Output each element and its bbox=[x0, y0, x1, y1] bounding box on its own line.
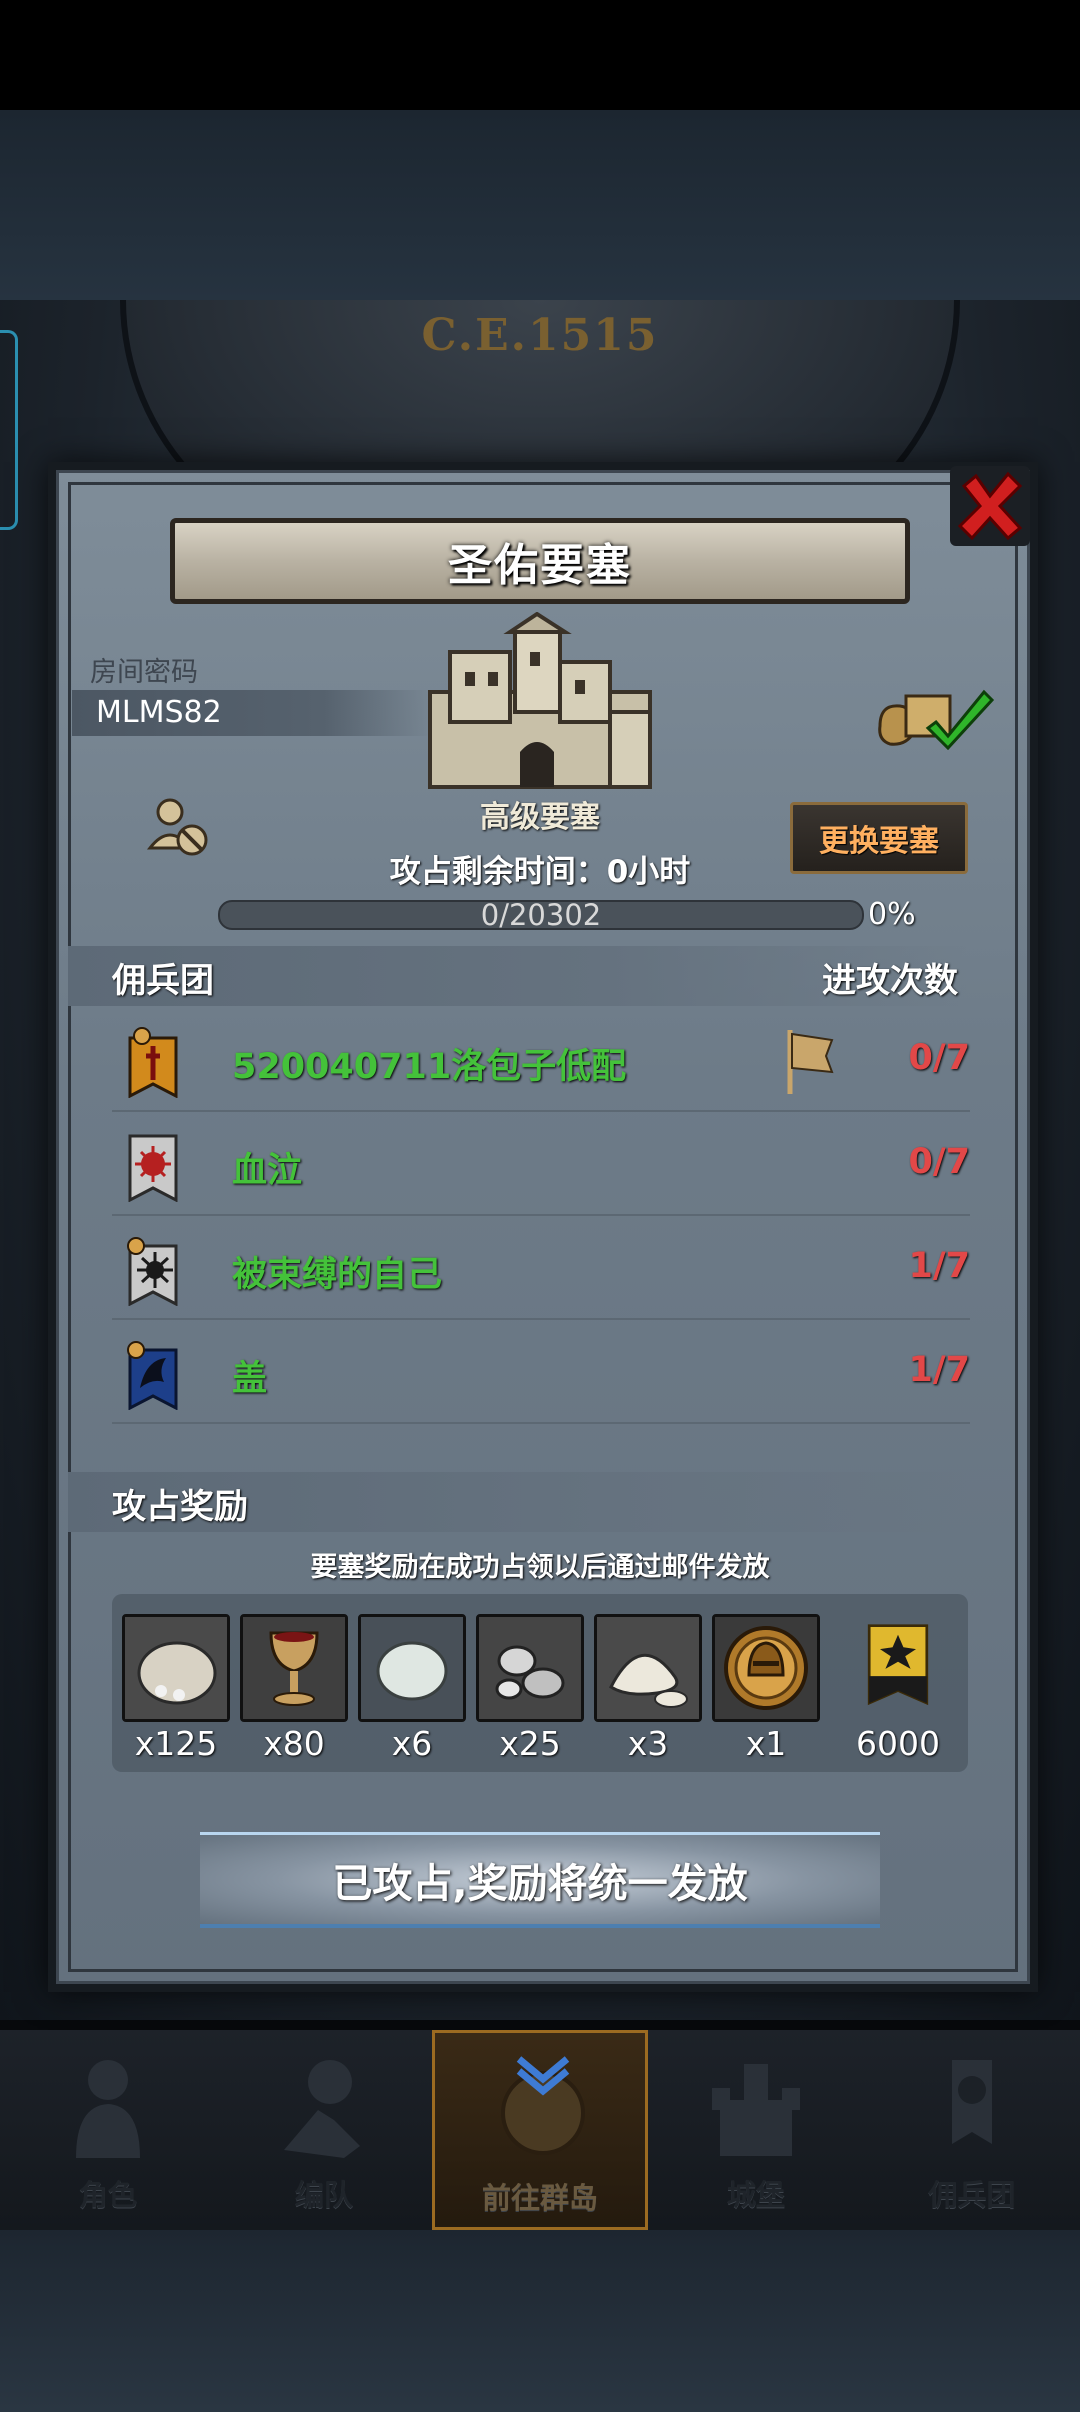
mercenary-attack-count: 1/7 bbox=[908, 1350, 971, 1390]
castle-nav-icon bbox=[712, 2064, 800, 2156]
mercenary-emblem-icon bbox=[128, 1134, 178, 1202]
nav-label: 编队 bbox=[294, 2178, 353, 2212]
reward-tile bbox=[122, 1614, 230, 1722]
nav-item-mercenary[interactable]: 佣兵团 bbox=[864, 2030, 1080, 2230]
supply-check-icon[interactable] bbox=[876, 682, 996, 750]
mercenary-row[interactable]: 被束缚的自己 1/7 bbox=[112, 1220, 970, 1320]
reward-tile bbox=[844, 1614, 952, 1722]
reward-qty: x25 bbox=[499, 1724, 561, 1763]
reward-item[interactable]: x1 bbox=[712, 1614, 820, 1763]
reward-qty: x1 bbox=[745, 1724, 787, 1763]
nav-item-islands[interactable]: 前往群岛 bbox=[432, 2030, 648, 2230]
mercenary-row[interactable]: 520040711洛包子低配 0/7 bbox=[112, 1012, 970, 1112]
capture-time: 攻占剩余时间：0小时 bbox=[389, 854, 691, 890]
mercenary-name: 520040711洛包子低配 bbox=[232, 1047, 627, 1087]
mercenary-name: 血泣 bbox=[232, 1151, 303, 1191]
background-top bbox=[0, 110, 1080, 300]
mercenary-row[interactable]: 盖 1/7 bbox=[112, 1324, 970, 1424]
mercenary-name: 盖 bbox=[232, 1359, 268, 1399]
grain-sack-icon bbox=[125, 1617, 227, 1719]
helmet-medal-icon bbox=[715, 1617, 817, 1719]
close-button[interactable] bbox=[950, 466, 1030, 546]
reward-tile bbox=[594, 1614, 702, 1722]
nav-label: 城堡 bbox=[726, 2178, 785, 2212]
reward-tile bbox=[476, 1614, 584, 1722]
capture-progress-text: 0/20302 bbox=[480, 898, 602, 932]
mercenary-row[interactable]: 血泣 0/7 bbox=[112, 1116, 970, 1216]
nav-bottom-bar bbox=[0, 2230, 1080, 2412]
nav-item-character[interactable]: 角色 bbox=[0, 2030, 216, 2230]
goblet-icon bbox=[243, 1617, 345, 1719]
reward-qty: 6000 bbox=[856, 1724, 940, 1763]
attack-count-header: 进攻次数 bbox=[822, 961, 958, 1001]
mercenary-icon bbox=[952, 2060, 992, 2144]
bottom-nav: 角色 编队 前往群岛 城堡 佣兵团 bbox=[0, 2030, 1080, 2230]
nav-label: 佣兵团 bbox=[928, 2178, 1016, 2212]
nav-label: 角色 bbox=[78, 2178, 137, 2212]
title-banner: 圣佑要塞 bbox=[170, 518, 910, 604]
nav-item-castle[interactable]: 城堡 bbox=[648, 2030, 864, 2230]
flag-icon bbox=[787, 1030, 834, 1094]
mercenary-header-label: 佣兵团 bbox=[112, 961, 214, 1001]
capture-progress-percent: 0% bbox=[868, 897, 916, 932]
mercenary-emblem-icon bbox=[128, 1027, 178, 1098]
formation-icon bbox=[284, 2060, 360, 2158]
reward-item[interactable]: x80 bbox=[240, 1614, 348, 1763]
castle-icon bbox=[428, 612, 652, 789]
reward-qty: x3 bbox=[627, 1724, 669, 1763]
reward-item[interactable]: x125 bbox=[122, 1614, 230, 1763]
rewards-header-label: 攻占奖励 bbox=[112, 1487, 248, 1527]
nav-label: 前往群岛 bbox=[481, 2181, 598, 2215]
mercenary-attack-count: 0/7 bbox=[908, 1038, 971, 1078]
stone-icon bbox=[361, 1617, 463, 1719]
reward-qty: x80 bbox=[263, 1724, 325, 1763]
close-icon bbox=[957, 471, 1023, 541]
reward-tile bbox=[240, 1614, 348, 1722]
era-label: C.E.1515 bbox=[421, 310, 659, 361]
mercenary-emblem-icon bbox=[127, 1341, 178, 1410]
compass-icon bbox=[501, 2056, 585, 2155]
reward-item[interactable]: x6 bbox=[358, 1614, 466, 1763]
status-bar bbox=[0, 0, 1080, 110]
silver-ore-icon bbox=[479, 1617, 581, 1719]
reward-qty: x6 bbox=[391, 1724, 433, 1763]
room-password-value[interactable]: MLMS82 bbox=[96, 695, 222, 730]
fortress-title: 圣佑要塞 bbox=[448, 540, 632, 591]
mercenary-name: 被束缚的自己 bbox=[232, 1255, 443, 1295]
salt-pile-icon bbox=[597, 1617, 699, 1719]
reward-qty: x125 bbox=[134, 1724, 218, 1763]
side-panel-edge bbox=[0, 330, 18, 530]
reward-tile bbox=[712, 1614, 820, 1722]
reward-item[interactable]: 6000 bbox=[844, 1614, 952, 1763]
reward-item[interactable]: x25 bbox=[476, 1614, 584, 1763]
room-password-label: 房间密码 bbox=[90, 657, 198, 688]
guild-banner-icon bbox=[867, 1624, 929, 1706]
reward-tile bbox=[358, 1614, 466, 1722]
mercenary-emblem-icon bbox=[127, 1237, 178, 1306]
nav-item-formation[interactable]: 编队 bbox=[216, 2030, 432, 2230]
claim-status-text: 已攻占,奖励将统一发放 bbox=[332, 1860, 748, 1907]
reward-item[interactable]: x3 bbox=[594, 1614, 702, 1763]
claim-status-banner[interactable]: 已攻占,奖励将统一发放 bbox=[200, 1832, 880, 1928]
knight-icon bbox=[76, 2060, 140, 2158]
mercenary-attack-count: 0/7 bbox=[908, 1142, 971, 1182]
rewards-note: 要塞奖励在成功占领以后通过邮件发放 bbox=[310, 1552, 770, 1583]
mercenary-attack-count: 1/7 bbox=[908, 1246, 971, 1286]
capture-progress-bar: 0/20302 bbox=[218, 900, 864, 930]
